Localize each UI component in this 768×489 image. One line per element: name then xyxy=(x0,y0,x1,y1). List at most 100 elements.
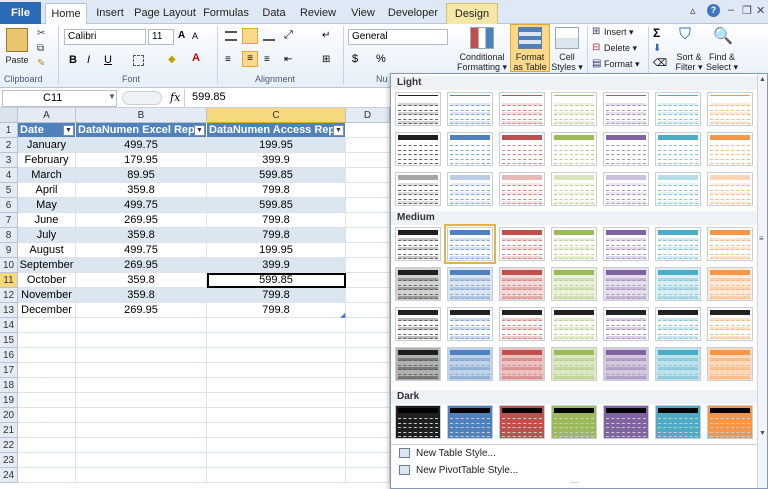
table-style-swatch[interactable] xyxy=(707,307,753,341)
percent-button[interactable]: % xyxy=(376,53,386,65)
table-style-swatch[interactable] xyxy=(603,267,649,301)
format-painter-icon[interactable]: ✎ xyxy=(37,58,45,69)
find-select-label-2[interactable]: Select ▾ xyxy=(704,62,740,72)
table-cell[interactable]: September xyxy=(18,258,76,273)
font-size-select[interactable]: 11 xyxy=(148,29,174,45)
empty-cell[interactable] xyxy=(207,453,346,468)
table-style-swatch[interactable] xyxy=(551,92,597,126)
table-style-swatch[interactable] xyxy=(447,172,493,206)
italic-button[interactable]: I xyxy=(87,54,90,66)
empty-cell[interactable] xyxy=(76,363,207,378)
row-header[interactable]: 6 xyxy=(0,198,18,213)
new-pivot-style-item[interactable]: New PivotTable Style... xyxy=(399,465,518,476)
table-style-swatch[interactable] xyxy=(655,347,701,381)
table-cell[interactable]: December xyxy=(18,303,76,318)
format-as-table-icon[interactable] xyxy=(518,27,542,49)
merge-center-icon[interactable]: ⊞ xyxy=(322,54,330,65)
row-header[interactable]: 24 xyxy=(0,468,18,483)
table-style-swatch[interactable] xyxy=(447,347,493,381)
row-header[interactable]: 14 xyxy=(0,318,18,333)
insert-cells-button[interactable]: Insert ▾ xyxy=(604,27,634,37)
empty-cell[interactable] xyxy=(346,228,390,243)
tab-view[interactable]: View xyxy=(346,3,380,24)
empty-cell[interactable] xyxy=(18,408,76,423)
formula-input[interactable]: 599.85 xyxy=(192,91,226,103)
empty-cell[interactable] xyxy=(207,408,346,423)
table-cell[interactable]: 799.8 xyxy=(207,183,346,198)
number-format-select[interactable]: General xyxy=(348,29,448,45)
filter-dropdown-icon[interactable]: ▼ xyxy=(333,125,344,136)
table-style-swatch[interactable] xyxy=(499,227,545,261)
cut-icon[interactable]: ✂ xyxy=(37,28,45,39)
select-all-corner[interactable] xyxy=(0,108,18,123)
delete-cells-button[interactable]: Delete ▾ xyxy=(604,43,637,53)
table-style-swatch[interactable] xyxy=(499,347,545,381)
orientation-icon[interactable]: ⤢ xyxy=(284,29,293,42)
bold-button[interactable]: B xyxy=(69,54,77,66)
empty-cell[interactable] xyxy=(18,468,76,483)
column-header-c[interactable]: C xyxy=(207,108,346,123)
empty-cell[interactable] xyxy=(346,363,390,378)
table-cell[interactable]: 799.8 xyxy=(207,213,346,228)
row-header[interactable]: 12 xyxy=(0,288,18,303)
table-style-swatch[interactable] xyxy=(551,347,597,381)
table-style-swatch[interactable] xyxy=(395,267,441,301)
row-header[interactable]: 2 xyxy=(0,138,18,153)
table-style-swatch[interactable] xyxy=(499,132,545,166)
table-cell[interactable]: 599.85 xyxy=(207,198,346,213)
table-cell[interactable]: 179.95 xyxy=(76,153,207,168)
empty-cell[interactable] xyxy=(207,333,346,348)
table-style-swatch[interactable] xyxy=(707,347,753,381)
paste-button[interactable]: Paste xyxy=(2,55,32,65)
empty-cell[interactable] xyxy=(346,468,390,483)
row-header[interactable]: 7 xyxy=(0,213,18,228)
empty-cell[interactable] xyxy=(346,183,390,198)
table-header-cell[interactable]: Date ▼ xyxy=(18,123,76,138)
empty-cell[interactable] xyxy=(346,258,390,273)
table-style-swatch[interactable] xyxy=(447,267,493,301)
table-style-swatch[interactable] xyxy=(655,92,701,126)
table-header-cell[interactable]: DataNumen Access Repa ▼ xyxy=(207,123,346,138)
tab-home[interactable]: Home xyxy=(45,3,87,24)
empty-cell[interactable] xyxy=(346,453,390,468)
empty-cell[interactable] xyxy=(346,273,390,288)
row-header[interactable]: 22 xyxy=(0,438,18,453)
align-left-icon[interactable]: ≡ xyxy=(225,54,231,65)
empty-cell[interactable] xyxy=(18,438,76,453)
empty-cell[interactable] xyxy=(346,138,390,153)
table-style-swatch[interactable] xyxy=(707,132,753,166)
minimize-window-icon[interactable]: – xyxy=(728,4,734,16)
new-table-style-item[interactable]: New Table Style... xyxy=(399,448,496,459)
empty-cell[interactable] xyxy=(346,303,390,318)
filter-dropdown-icon[interactable]: ▼ xyxy=(194,125,205,136)
row-header[interactable]: 1 xyxy=(0,123,18,138)
empty-cell[interactable] xyxy=(346,333,390,348)
wrap-text-icon[interactable]: ↵ xyxy=(322,30,330,41)
table-style-swatch[interactable] xyxy=(603,227,649,261)
scroll-down-icon[interactable]: ▼ xyxy=(759,430,766,437)
table-style-swatch[interactable] xyxy=(707,172,753,206)
row-header[interactable]: 3 xyxy=(0,153,18,168)
currency-button[interactable]: $ xyxy=(352,53,358,65)
insert-cells-icon[interactable]: ⊞ xyxy=(592,26,600,37)
conditional-formatting-icon[interactable] xyxy=(470,27,494,49)
table-style-swatch[interactable] xyxy=(551,132,597,166)
table-cell[interactable]: 799.8 xyxy=(207,288,346,303)
empty-cell[interactable] xyxy=(18,348,76,363)
row-header[interactable]: 4 xyxy=(0,168,18,183)
column-header-d[interactable]: D xyxy=(346,108,390,123)
empty-cell[interactable] xyxy=(76,333,207,348)
cell-styles-label-1[interactable]: Cell xyxy=(549,52,585,62)
empty-cell[interactable] xyxy=(346,213,390,228)
align-right-icon[interactable]: ≡ xyxy=(264,54,270,65)
help-icon[interactable]: ? xyxy=(707,4,720,17)
empty-cell[interactable] xyxy=(76,423,207,438)
row-header[interactable]: 17 xyxy=(0,363,18,378)
empty-cell[interactable] xyxy=(346,318,390,333)
cell-styles-icon[interactable] xyxy=(555,27,579,49)
table-style-swatch[interactable] xyxy=(603,132,649,166)
scroll-up-icon[interactable]: ▲ xyxy=(759,76,766,83)
restore-window-icon[interactable]: ❐ xyxy=(742,4,752,17)
empty-cell[interactable] xyxy=(18,333,76,348)
row-header[interactable]: 9 xyxy=(0,243,18,258)
